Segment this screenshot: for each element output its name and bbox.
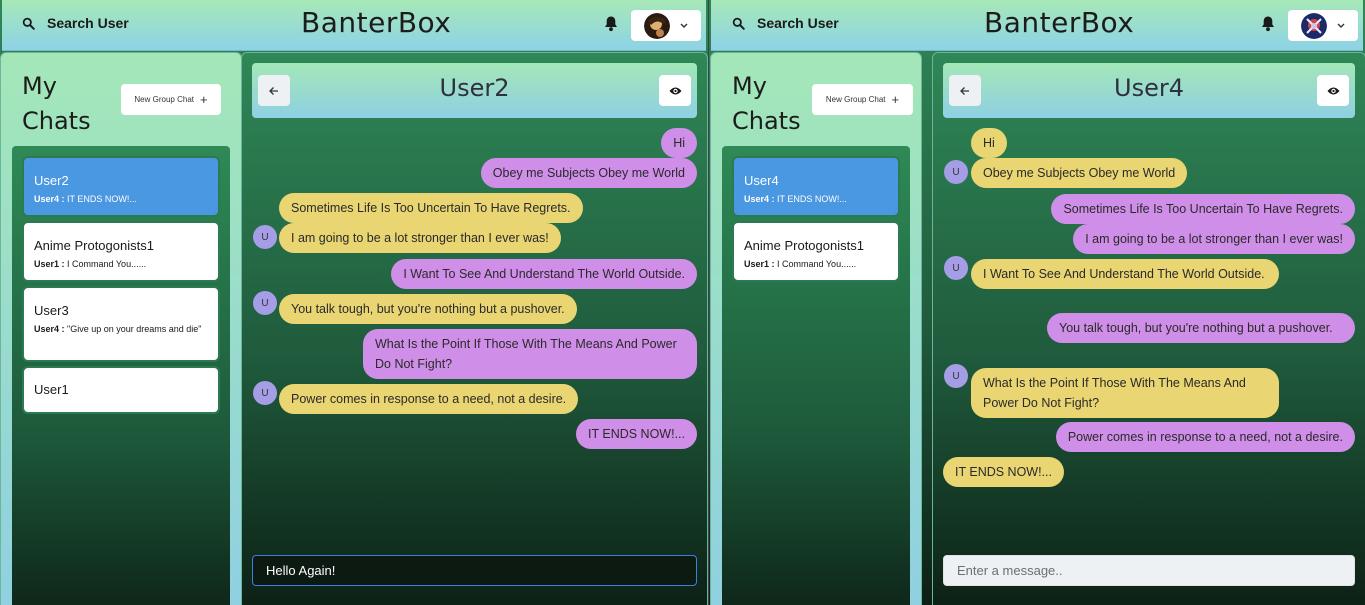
avatar: U bbox=[944, 160, 968, 184]
message-bubble: I Want To See And Understand The World O… bbox=[971, 259, 1279, 289]
message-bubble: You talk tough, but you're nothing but a… bbox=[279, 294, 577, 324]
message-bubble: IT ENDS NOW!... bbox=[576, 419, 697, 449]
message-input[interactable]: Hello Again! bbox=[252, 555, 697, 586]
message-bubble: You talk tough, but you're nothing but a… bbox=[1047, 313, 1355, 343]
message-bubble: What Is the Point If Those With The Mean… bbox=[363, 329, 697, 379]
message-bubble: I am going to be a lot stronger than I e… bbox=[1073, 224, 1355, 254]
view-profile-button[interactable] bbox=[1317, 75, 1349, 106]
chat-title: User4 bbox=[1114, 74, 1184, 102]
avatar bbox=[1301, 12, 1327, 39]
profile-menu-button[interactable] bbox=[1288, 10, 1358, 41]
plus-icon: + bbox=[200, 92, 208, 107]
search-icon bbox=[22, 17, 35, 30]
chat-panel: User4 Hi U Obey me Subjects Obey me Worl… bbox=[932, 52, 1365, 605]
new-group-chat-label: New Group Chat bbox=[825, 95, 886, 104]
avatar: U bbox=[944, 256, 968, 280]
avatar: U bbox=[253, 225, 277, 249]
chat-header: User4 bbox=[943, 63, 1355, 118]
message-bubble: Obey me Subjects Obey me World bbox=[480, 158, 697, 188]
message-bubble: Power comes in response to a need, not a… bbox=[1055, 422, 1355, 452]
chevron-down-icon bbox=[1337, 23, 1345, 28]
search-user-label: Search User bbox=[757, 15, 839, 31]
bell-icon[interactable] bbox=[603, 15, 619, 32]
app-brand: BanterBox bbox=[984, 6, 1135, 39]
chat-item-name: User1 bbox=[34, 382, 69, 397]
search-user-button[interactable]: Search User bbox=[732, 15, 839, 31]
new-group-chat-button[interactable]: New Group Chat + bbox=[812, 84, 913, 115]
chat-item-user2[interactable]: User2 User4 : IT ENDS NOW!... bbox=[22, 156, 220, 217]
plus-icon: + bbox=[891, 92, 900, 107]
view-profile-button[interactable] bbox=[659, 75, 691, 106]
sidebar-title: My Chats bbox=[732, 72, 801, 135]
app-brand: BanterBox bbox=[301, 6, 452, 39]
chat-item-preview: User1 : I Command You...... bbox=[34, 259, 147, 269]
message-bubble: Sometimes Life Is Too Uncertain To Have … bbox=[279, 193, 583, 223]
avatar: U bbox=[253, 381, 277, 405]
avatar bbox=[644, 12, 670, 39]
search-icon bbox=[732, 17, 745, 30]
chat-item-name: User3 bbox=[34, 303, 69, 318]
chat-item-name: Anime Protogonists1 bbox=[34, 238, 154, 253]
chat-item-preview: User4 : IT ENDS NOW!... bbox=[744, 194, 847, 204]
message-bubble: I am going to be a lot stronger than I e… bbox=[279, 223, 561, 253]
chat-header: User2 bbox=[252, 63, 697, 118]
message-bubble: What Is the Point If Those With The Mean… bbox=[971, 368, 1279, 418]
message-bubble: Sometimes Life Is Too Uncertain To Have … bbox=[1051, 194, 1355, 224]
chat-sidebar: My Chats New Group Chat + User2 User4 : … bbox=[0, 52, 242, 605]
chat-item-name: User2 bbox=[34, 173, 69, 188]
chat-item-name: Anime Protogonists1 bbox=[744, 238, 864, 253]
top-bar: Search User BanterBox bbox=[711, 0, 1363, 51]
avatar: U bbox=[253, 291, 277, 315]
chat-list: User2 User4 : IT ENDS NOW!... Anime Prot… bbox=[12, 146, 230, 605]
chat-item-anime-protogonists1[interactable]: Anime Protogonists1 User1 : I Command Yo… bbox=[22, 221, 220, 282]
chat-item-preview: User4 : IT ENDS NOW!... bbox=[34, 194, 137, 204]
new-group-chat-label: New Group Chat bbox=[134, 95, 194, 104]
chat-item-name: User4 bbox=[744, 173, 779, 188]
chat-item-preview: User4 : "Give up on your dreams and die" bbox=[34, 324, 202, 334]
message-bubble: IT ENDS NOW!... bbox=[943, 457, 1064, 487]
chat-item-user3[interactable]: User3 User4 : "Give up on your dreams an… bbox=[22, 286, 220, 362]
search-user-button[interactable]: Search User bbox=[22, 15, 129, 31]
eye-icon bbox=[669, 87, 681, 94]
sidebar-title: My Chats bbox=[22, 72, 91, 135]
chat-list: User4 User4 : IT ENDS NOW!... Anime Prot… bbox=[722, 146, 910, 605]
message-bubble: Power comes in response to a need, not a… bbox=[279, 384, 579, 414]
right-app-window: Search User BanterBox My Chats New Group… bbox=[709, 0, 1365, 605]
left-app-window: Search User BanterBox My Chats New Group… bbox=[0, 0, 708, 605]
chat-sidebar: My Chats New Group Chat + User4 User4 : … bbox=[710, 52, 922, 605]
search-user-label: Search User bbox=[47, 15, 129, 31]
chat-item-user4[interactable]: User4 User4 : IT ENDS NOW!... bbox=[732, 156, 900, 217]
avatar: U bbox=[944, 364, 968, 388]
message-input[interactable]: Enter a message.. bbox=[943, 555, 1355, 586]
chat-item-anime-protogonists1[interactable]: Anime Protogonists1 User1 : I Command Yo… bbox=[732, 221, 900, 282]
chat-item-user1[interactable]: User1 bbox=[22, 366, 220, 414]
message-bubble: Hi bbox=[661, 128, 697, 158]
profile-menu-button[interactable] bbox=[631, 10, 701, 41]
chat-item-preview: User1 : I Command You...... bbox=[744, 259, 857, 269]
eye-icon bbox=[1327, 87, 1339, 94]
message-bubble: Hi bbox=[971, 128, 1007, 158]
bell-icon[interactable] bbox=[1260, 15, 1276, 32]
message-bubble: I Want To See And Understand The World O… bbox=[391, 259, 697, 289]
new-group-chat-button[interactable]: New Group Chat + bbox=[121, 84, 221, 115]
chat-panel: User2 Hi Obey me Subjects Obey me World … bbox=[241, 52, 708, 605]
chevron-down-icon bbox=[680, 23, 688, 28]
message-bubble: Obey me Subjects Obey me World bbox=[971, 158, 1188, 188]
top-bar: Search User BanterBox bbox=[2, 0, 706, 51]
chat-title: User2 bbox=[439, 74, 510, 102]
